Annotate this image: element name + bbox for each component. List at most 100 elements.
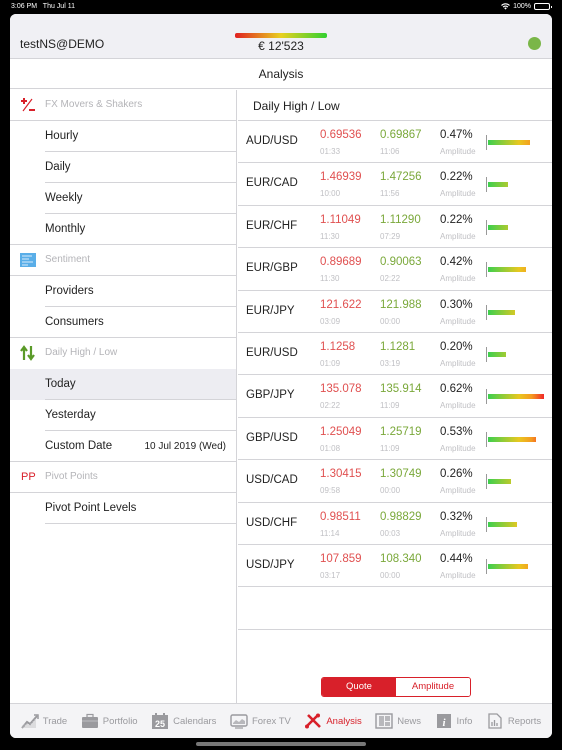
pair-row[interactable]: GBP/USD 1.25049 01:08 1.25719 11:09 0.53% Ampl… [238, 418, 552, 461]
amplitude-value: 0.22% [440, 171, 473, 184]
pair-symbol: USD/JPY [246, 558, 295, 571]
pair-row[interactable]: USD/CAD 1.30415 09:58 1.30749 00:00 0.26% Ampl… [238, 460, 552, 503]
amplitude-bar [488, 140, 530, 145]
high-time: 11:09 [380, 401, 400, 411]
amplitude-bar [488, 224, 508, 230]
info-icon: i [436, 714, 451, 729]
pair-row[interactable]: EUR/GBP 0.89689 11:30 0.90063 02:22 0.42% Ampl… [238, 248, 552, 291]
tab-info[interactable]: i Info [435, 713, 472, 729]
empty-row [238, 587, 552, 630]
app-window: testNS@DEMO € 12'523 Analysis FX Movers … [10, 14, 552, 738]
section-sentiment: Sentiment [10, 245, 236, 276]
pair-row[interactable]: EUR/CHF 1.11049 11:30 1.11290 07:29 0.22% Ampl… [238, 206, 552, 249]
high-price: 121.988 [380, 298, 422, 311]
sidebar-item-weekly[interactable]: Weekly [10, 183, 236, 214]
pair-row[interactable]: USD/CHF 0.98511 11:14 0.98829 00:03 0.32% Ampl… [238, 503, 552, 545]
pair-row[interactable]: EUR/CAD 1.46939 10:00 1.47256 11:56 0.22% Ampl… [238, 163, 552, 206]
pair-row[interactable]: GBP/JPY 135.078 02:22 135.914 11:09 0.62% Ampl… [238, 375, 552, 418]
tab-portfolio[interactable]: Portfolio [81, 713, 138, 729]
amplitude-axis [486, 177, 487, 193]
daily-high-low-panel: Daily High / Low AUD/USD 0.69536 01:33 0.69… [238, 90, 552, 703]
amplitude-axis [486, 304, 487, 320]
high-price: 0.98829 [380, 510, 422, 523]
amplitude-label: Amplitude [440, 147, 476, 156]
tab-reports[interactable]: Reports [486, 713, 541, 729]
low-time: 09:58 [320, 486, 341, 496]
sidebar-item-custom-date[interactable]: Custom Date 10 Jul 2019 (Wed) [10, 431, 236, 462]
pair-symbol: GBP/USD [246, 431, 298, 444]
sidebar-item-daily[interactable]: Daily [10, 152, 236, 183]
high-time: 11:09 [380, 443, 400, 453]
pair-symbol: EUR/CHF [246, 219, 298, 232]
amplitude-bar [488, 267, 526, 273]
amplitude-axis [486, 474, 487, 490]
connection-status-icon[interactable] [528, 37, 541, 50]
sidebar-item-monthly[interactable]: Monthly [10, 214, 236, 245]
low-time: 01:33 [320, 147, 341, 156]
tab-label: News [397, 715, 421, 727]
sidebar-item-pivot-point-levels[interactable]: Pivot Point Levels [10, 493, 236, 524]
sidebar-item-today[interactable]: Today [10, 369, 236, 400]
tab-news[interactable]: News [375, 713, 421, 729]
segment-quote[interactable]: Quote [322, 678, 396, 696]
pair-row[interactable]: USD/JPY 107.859 03:17 108.340 00:00 0.44% Ampl… [238, 545, 552, 588]
high-price: 1.1281 [380, 340, 416, 353]
sidebar-item-providers[interactable]: Providers [10, 276, 236, 307]
margin-level-bar [235, 33, 327, 38]
item-label: Hourly [45, 130, 79, 142]
amplitude-axis [486, 431, 487, 447]
tab-forex-tv[interactable]: Forex TV [230, 713, 291, 729]
status-time: 3:06 PM Thu Jul 11 [11, 3, 75, 10]
low-time: 11:30 [320, 231, 340, 241]
section-pivot-points: PP Pivot Points [10, 462, 236, 493]
section-daily-high-low: Daily High / Low [10, 338, 236, 369]
amplitude-bar [488, 394, 544, 400]
high-price: 1.11290 [380, 213, 421, 226]
amplitude-value: 0.26% [440, 468, 473, 481]
section-label: Sentiment [45, 254, 91, 265]
segment-amplitude[interactable]: Amplitude [396, 678, 470, 696]
high-price: 135.914 [380, 383, 422, 396]
pair-symbol: EUR/USD [246, 346, 298, 359]
sidebar-item-hourly[interactable]: Hourly [10, 121, 236, 152]
tab-label: Calendars [173, 715, 217, 727]
pair-symbol: AUD/USD [246, 135, 298, 147]
amplitude-axis [486, 389, 487, 405]
amplitude-value: 0.32% [440, 510, 473, 523]
tab-trade[interactable]: Trade [20, 713, 67, 729]
low-price: 1.46939 [320, 171, 362, 184]
amplitude-value: 0.53% [440, 425, 473, 438]
sidebar-item-consumers[interactable]: Consumers [10, 307, 236, 338]
pair-symbol: EUR/CAD [246, 177, 298, 190]
tab-label: Analysis [326, 715, 362, 727]
amplitude-bar [488, 436, 536, 442]
section-label: Pivot Points [45, 471, 98, 482]
amplitude-value: 0.20% [440, 340, 473, 353]
amplitude-axis [486, 219, 487, 235]
tab-analysis[interactable]: Analysis [304, 713, 362, 729]
low-time: 03:09 [320, 316, 341, 326]
battery-icon [534, 3, 552, 10]
account-header: testNS@DEMO € 12'523 [10, 14, 552, 59]
sidebar-item-yesterday[interactable]: Yesterday [10, 400, 236, 431]
low-time: 10:00 [320, 189, 341, 199]
amplitude-value: 0.47% [440, 129, 473, 141]
high-time: 11:56 [380, 189, 400, 199]
pair-row[interactable]: EUR/JPY 121.622 03:09 121.988 00:00 0.30% Ampl… [238, 291, 552, 333]
tab-calendars[interactable]: 25 Calendars [151, 713, 216, 729]
pair-symbol: GBP/JPY [246, 389, 295, 402]
amplitude-label: Amplitude [440, 358, 476, 368]
newspaper-icon [375, 713, 393, 729]
item-label: Providers [45, 285, 94, 297]
pair-row[interactable]: EUR/USD 1.1258 01:09 1.1281 03:19 0.20% Amplit… [238, 333, 552, 376]
equity-value: € 12'523 [258, 39, 304, 53]
trade-chart-icon [20, 714, 39, 729]
low-price: 1.25049 [320, 425, 362, 438]
section-label: Daily High / Low [45, 347, 118, 358]
amplitude-label: Amplitude [440, 486, 476, 496]
high-time: 02:22 [380, 274, 401, 284]
amplitude-bar [488, 479, 511, 485]
pair-row[interactable]: AUD/USD 0.69536 01:33 0.69867 11:06 0.47% Ampl… [238, 121, 552, 164]
item-label: Custom Date [45, 440, 113, 452]
home-indicator [196, 742, 366, 746]
